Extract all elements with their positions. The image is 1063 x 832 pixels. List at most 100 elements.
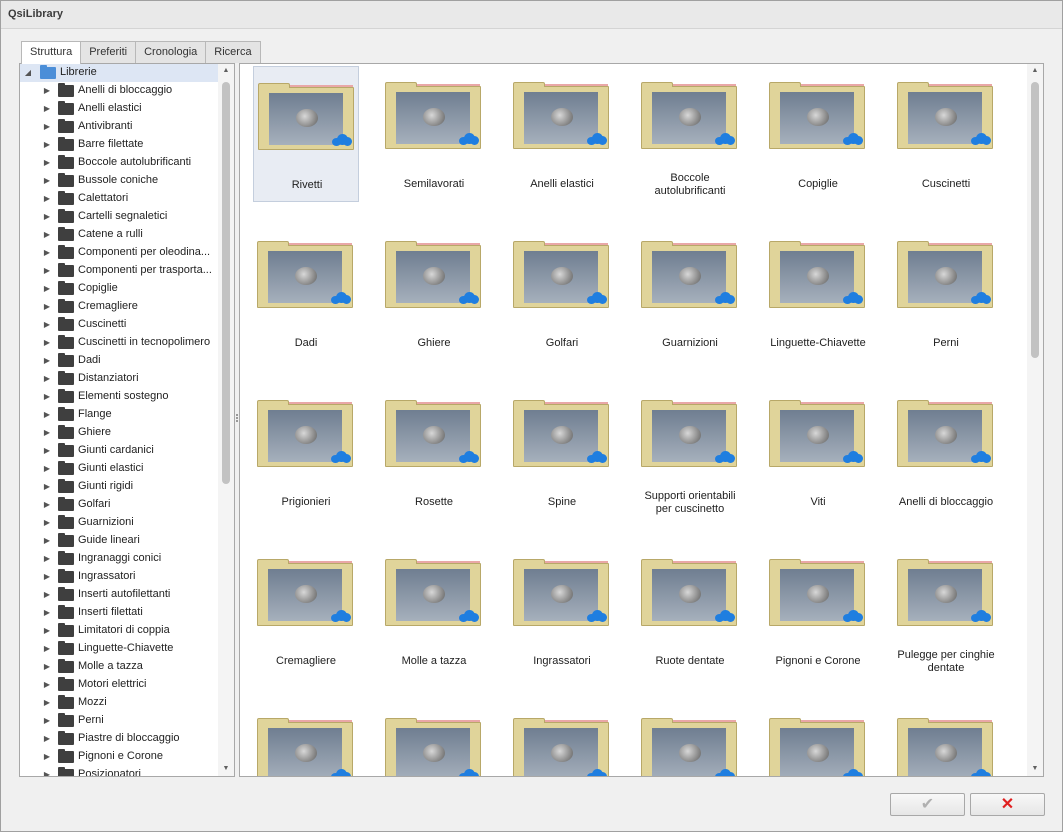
library-tile[interactable]: Molle a tazza [381, 543, 487, 679]
scroll-down-icon[interactable]: ▼ [1027, 762, 1043, 776]
library-tile[interactable]: Rivetti [253, 66, 359, 202]
tree-item[interactable]: ▶ Mozzi [20, 694, 218, 712]
tree-item[interactable]: ▶ Inserti filettati [20, 604, 218, 622]
library-tile[interactable]: Semilavorati [381, 66, 487, 202]
expand-arrow-icon[interactable]: ▶ [42, 568, 52, 586]
tree-item[interactable]: ▶ Motori elettrici [20, 676, 218, 694]
tree-item[interactable]: ▶ Inserti autofilettanti [20, 586, 218, 604]
tree-item[interactable]: ▶ Anelli di bloccaggio [20, 82, 218, 100]
grid-scroll-thumb[interactable] [1031, 82, 1039, 358]
tree-item[interactable]: ▶ Componenti per trasporta... [20, 262, 218, 280]
library-tile[interactable]: Perni [893, 225, 999, 361]
title-bar[interactable]: QsiLibrary [1, 1, 1062, 29]
expand-arrow-icon[interactable]: ▶ [42, 280, 52, 298]
tree-scrollbar[interactable]: ▲ ▼ [218, 64, 234, 776]
tree-item[interactable]: ▶ Perni [20, 712, 218, 730]
scroll-down-icon[interactable]: ▼ [218, 762, 234, 776]
library-tile[interactable]: Viti [765, 384, 871, 520]
library-tile[interactable]: Pignoni e Corone [765, 543, 871, 679]
expand-arrow-icon[interactable]: ▶ [42, 442, 52, 460]
scroll-up-icon[interactable]: ▲ [1027, 64, 1043, 78]
tree-item[interactable]: ▶ Guarnizioni [20, 514, 218, 532]
tree-item[interactable]: ▶ Golfari [20, 496, 218, 514]
tree-item[interactable]: ▶ Giunti rigidi [20, 478, 218, 496]
expand-arrow-icon[interactable]: ▶ [42, 676, 52, 694]
library-tile[interactable]: Copiglie [765, 66, 871, 202]
expand-arrow-icon[interactable]: ▶ [42, 334, 52, 352]
expand-arrow-icon[interactable]: ▶ [42, 316, 52, 334]
library-tile[interactable]: Spine [509, 384, 615, 520]
expand-arrow-icon[interactable]: ▶ [42, 226, 52, 244]
tree-item[interactable]: ▶ Posizionatori [20, 766, 218, 776]
library-tile[interactable]: Cremagliere [253, 543, 359, 679]
expand-arrow-icon[interactable]: ▶ [42, 82, 52, 100]
expand-arrow-icon[interactable]: ▶ [42, 514, 52, 532]
library-tile[interactable] [381, 702, 487, 776]
grid-scrollbar[interactable]: ▲ ▼ [1027, 64, 1043, 776]
expand-arrow-icon[interactable]: ▶ [42, 658, 52, 676]
expand-arrow-icon[interactable]: ▶ [42, 370, 52, 388]
expand-arrow-icon[interactable]: ▶ [42, 586, 52, 604]
library-tile[interactable]: Boccole autolubrificanti [637, 66, 743, 202]
tree-item[interactable]: ▶ Barre filettate [20, 136, 218, 154]
expand-arrow-icon[interactable]: ▶ [42, 694, 52, 712]
library-tile[interactable]: Pulegge per cinghie dentate [893, 543, 999, 679]
expand-arrow-icon[interactable]: ▶ [42, 352, 52, 370]
tree-item[interactable]: ▶ Cremagliere [20, 298, 218, 316]
tree-item[interactable]: ▶ Piastre di bloccaggio [20, 730, 218, 748]
library-tile[interactable]: Anelli di bloccaggio [893, 384, 999, 520]
tree-item[interactable]: ▶ Componenti per oleodina... [20, 244, 218, 262]
expand-arrow-icon[interactable]: ▶ [42, 604, 52, 622]
tree-item[interactable]: ▶ Boccole autolubrificanti [20, 154, 218, 172]
tree-item[interactable]: ▶ Ingranaggi conici [20, 550, 218, 568]
expand-arrow-icon[interactable]: ▶ [42, 190, 52, 208]
expand-arrow-icon[interactable]: ▶ [42, 730, 52, 748]
tree-item[interactable]: ▶ Pignoni e Corone [20, 748, 218, 766]
expand-arrow-icon[interactable]: ▶ [42, 406, 52, 424]
tree-item[interactable]: ▶ Antivibranti [20, 118, 218, 136]
tree-item[interactable]: ▶ Limitatori di coppia [20, 622, 218, 640]
expand-arrow-icon[interactable]: ▶ [42, 424, 52, 442]
expand-arrow-icon[interactable]: ▶ [42, 550, 52, 568]
tree-item[interactable]: ▶ Linguette-Chiavette [20, 640, 218, 658]
library-tile[interactable]: Guarnizioni [637, 225, 743, 361]
tree-item[interactable]: ▶ Molle a tazza [20, 658, 218, 676]
expand-arrow-icon[interactable]: ▶ [42, 208, 52, 226]
ok-button[interactable]: ✔ [890, 793, 965, 816]
tree-item[interactable]: ▶ Cuscinetti in tecnopolimero [20, 334, 218, 352]
expand-arrow-icon[interactable]: ▶ [42, 748, 52, 766]
tree-item[interactable]: ▶ Cuscinetti [20, 316, 218, 334]
tab-struttura[interactable]: Struttura [21, 41, 82, 64]
expand-arrow-icon[interactable]: ▶ [42, 172, 52, 190]
tree-item[interactable]: ▶ Bussole coniche [20, 172, 218, 190]
tree-item[interactable]: ▶ Anelli elastici [20, 100, 218, 118]
tree-item[interactable]: ▶ Giunti elastici [20, 460, 218, 478]
library-tile[interactable]: Ghiere [381, 225, 487, 361]
expand-arrow-icon[interactable]: ▶ [42, 712, 52, 730]
expand-arrow-icon[interactable]: ▶ [42, 766, 52, 776]
tree-item[interactable]: ▶ Guide lineari [20, 532, 218, 550]
library-tile[interactable]: Ruote dentate [637, 543, 743, 679]
expand-arrow-icon[interactable]: ▶ [42, 244, 52, 262]
tree-item[interactable]: ▶ Flange [20, 406, 218, 424]
tree-item[interactable]: ▶ Copiglie [20, 280, 218, 298]
expand-arrow-icon[interactable]: ▶ [42, 622, 52, 640]
expand-arrow-icon[interactable]: ▶ [42, 298, 52, 316]
expand-arrow-icon[interactable]: ▶ [42, 640, 52, 658]
expand-arrow-icon[interactable]: ▶ [42, 118, 52, 136]
tab-cronologia[interactable]: Cronologia [135, 41, 207, 63]
library-tile[interactable] [765, 702, 871, 776]
expand-arrow-icon[interactable]: ▶ [42, 532, 52, 550]
library-tile[interactable]: Ingrassatori [509, 543, 615, 679]
expand-arrow-icon[interactable]: ▶ [42, 136, 52, 154]
library-tile[interactable] [509, 702, 615, 776]
tree-item[interactable]: ▶ Giunti cardanici [20, 442, 218, 460]
library-tile[interactable]: Linguette-Chiavette [765, 225, 871, 361]
tree-item[interactable]: ▶ Calettatori [20, 190, 218, 208]
tree-item[interactable]: ▶ Catene a rulli [20, 226, 218, 244]
tree-item[interactable]: ▶ Elementi sostegno [20, 388, 218, 406]
tree-item[interactable]: ▶ Dadi [20, 352, 218, 370]
expand-arrow-icon[interactable]: ▶ [42, 262, 52, 280]
library-tile[interactable] [637, 702, 743, 776]
cancel-button[interactable]: ✕ [970, 793, 1045, 816]
